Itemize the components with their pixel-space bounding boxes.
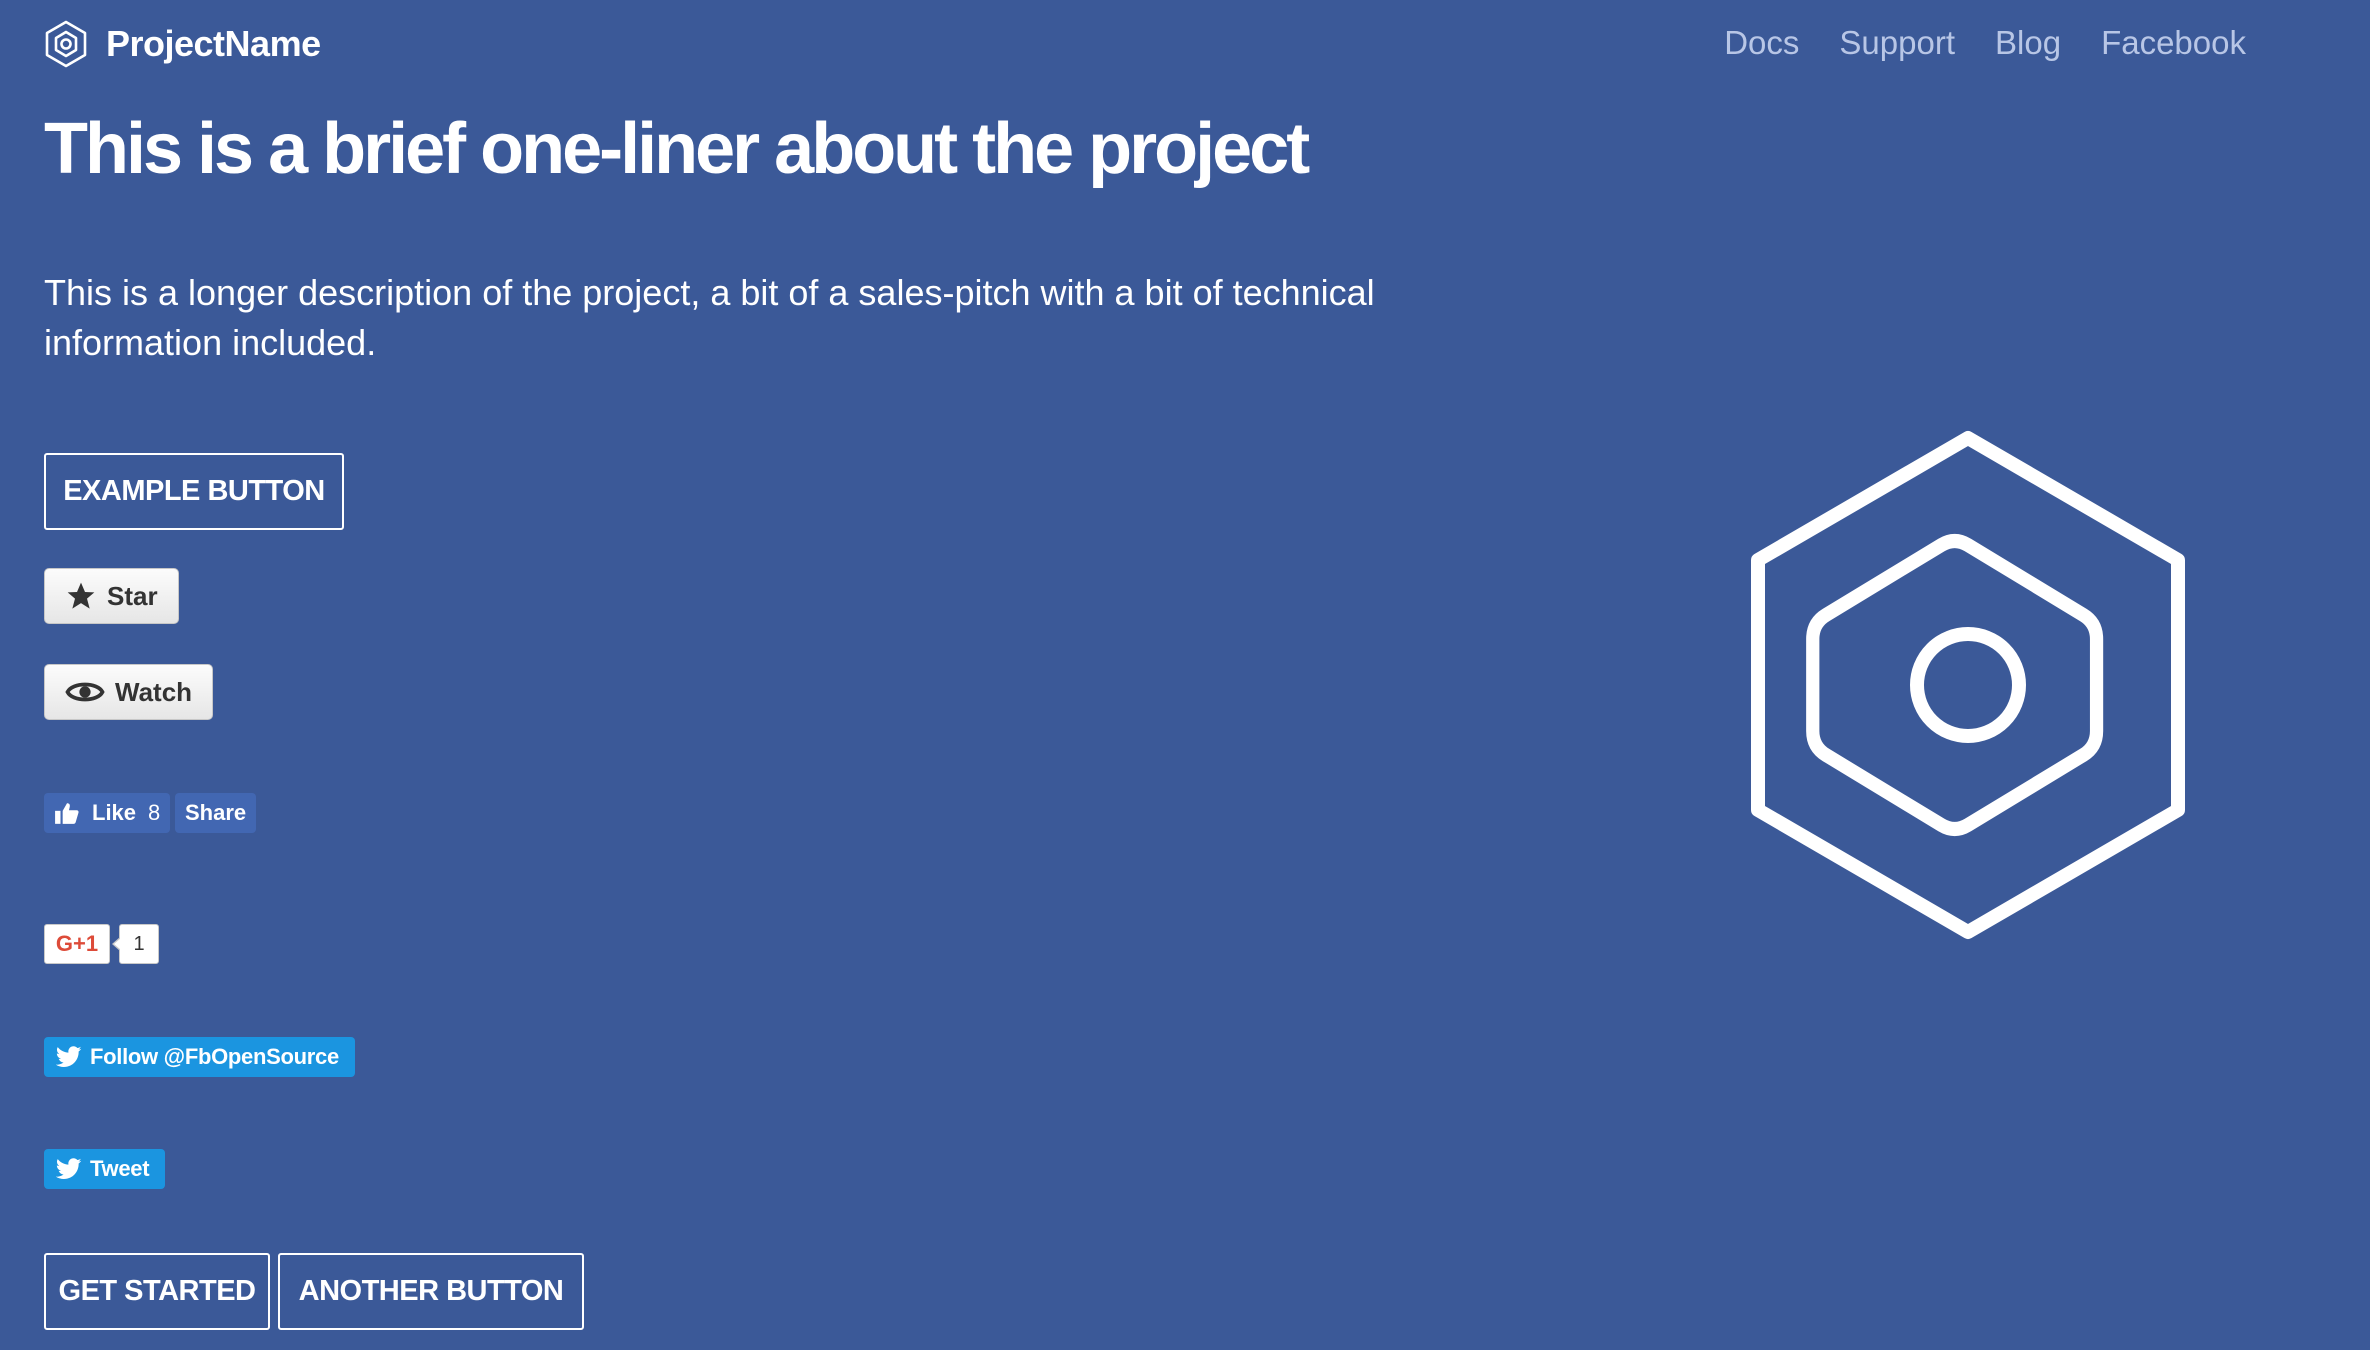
nav-link-support[interactable]: Support [1839, 24, 1955, 62]
another-button[interactable]: ANOTHER BUTTON [278, 1253, 584, 1330]
github-star-label: Star [107, 580, 158, 611]
top-nav: Docs Support Blog Facebook [1724, 24, 2246, 62]
twitter-bird-icon [56, 1158, 82, 1179]
thumbs-up-icon [55, 803, 79, 824]
twitter-follow-label: Follow @FbOpenSource [90, 1044, 339, 1069]
eye-icon [65, 682, 105, 702]
get-started-button[interactable]: GET STARTED [44, 1253, 270, 1330]
github-watch-label: Watch [115, 676, 193, 707]
star-icon [67, 582, 95, 609]
brand[interactable]: ProjectName [44, 20, 321, 68]
github-star-button[interactable]: Star [44, 568, 179, 624]
google-plus-one-button[interactable]: G+1 [44, 924, 110, 964]
twitter-bird-icon [56, 1046, 82, 1067]
facebook-like-label: Like [92, 800, 137, 825]
site-header: ProjectName Docs Support Blog Facebook [0, 0, 2370, 90]
example-button[interactable]: EXAMPLE BUTTON [44, 453, 344, 530]
google-plus-count: 1 [112, 924, 159, 964]
brand-name: ProjectName [106, 23, 321, 64]
twitter-tweet-button[interactable]: Tweet [44, 1149, 166, 1189]
hexagon-logo-icon [45, 20, 87, 68]
page-headline: This is a brief one-liner about the proj… [44, 109, 1310, 189]
github-watch-button[interactable]: Watch [44, 664, 214, 720]
twitter-follow-button[interactable]: Follow @FbOpenSource [44, 1037, 355, 1077]
nav-link-facebook[interactable]: Facebook [2101, 24, 2246, 62]
facebook-like-count: 8 [148, 800, 161, 825]
twitter-tweet-label: Tweet [90, 1156, 150, 1181]
facebook-share-button[interactable]: Share [175, 793, 257, 833]
nav-link-blog[interactable]: Blog [1995, 24, 2061, 62]
facebook-like-button[interactable]: Like 8 [44, 793, 171, 833]
hexagon-nut-icon [1751, 431, 2185, 939]
project-description: This is a longer description of the proj… [44, 272, 1375, 363]
nav-link-docs[interactable]: Docs [1724, 24, 1799, 62]
